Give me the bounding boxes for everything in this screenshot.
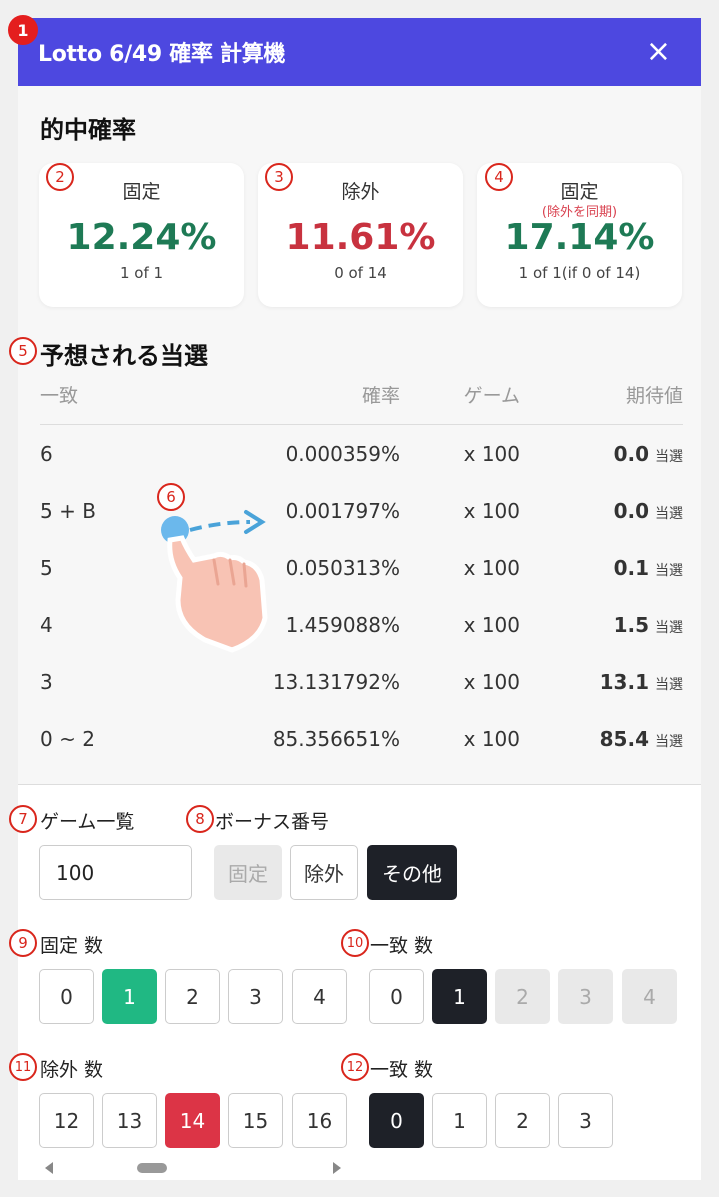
games-cell: x 100 xyxy=(463,612,520,637)
close-button[interactable]: × xyxy=(646,37,671,67)
marker-badge: 6 xyxy=(157,483,185,511)
prob-cell: 0.000359% xyxy=(285,441,400,466)
ev-unit: 当選 xyxy=(655,733,683,750)
bonus-excluded-button[interactable]: 除外 xyxy=(290,845,358,900)
ev-unit: 当選 xyxy=(655,676,683,693)
table-row: 0 ~ 2 85.356651% x 100 85.4 当選 xyxy=(40,710,683,767)
fixed-match-option[interactable]: 2 xyxy=(495,969,550,1024)
excluded-count-option[interactable]: 13 xyxy=(102,1093,157,1148)
bonus-other-button[interactable]: その他 xyxy=(367,845,457,900)
expected-wins-table: 一致 確率 ゲーム 期待値 6 0.000359% x 100 0.0 当選 5 … xyxy=(40,365,683,767)
games-cell: x 100 xyxy=(463,498,520,523)
swipe-hand-icon xyxy=(161,510,268,653)
excluded-match-label: 一致 数 xyxy=(370,1059,434,1081)
fixed-count-option[interactable]: 3 xyxy=(228,969,283,1024)
app-title: Lotto 6/49 確率 計算機 xyxy=(38,42,286,67)
table-header: 一致 確率 ゲーム 期待値 xyxy=(40,365,683,425)
fixed-match-option[interactable]: 3 xyxy=(558,969,613,1024)
ev-cell: 13.1 当選 xyxy=(520,670,683,694)
fixed-match-label: 一致 数 xyxy=(370,935,434,957)
games-cell: x 100 xyxy=(463,555,520,580)
excluded-match-option[interactable]: 2 xyxy=(495,1093,550,1148)
bonus-fixed-button[interactable]: 固定 xyxy=(214,845,282,900)
marker-badge: 1 xyxy=(8,15,38,45)
fixed-count-label: 固定 数 xyxy=(40,935,104,957)
ev-unit: 当選 xyxy=(655,562,683,579)
ev-unit: 当選 xyxy=(655,619,683,636)
games-cell: x 100 xyxy=(463,669,520,694)
header-bar: Lotto 6/49 確率 計算機 × xyxy=(18,18,701,86)
table-row: 5 0.050313% x 100 0.1 当選 xyxy=(40,539,683,596)
ev-value: 0.1 xyxy=(613,555,649,580)
table-row: 3 13.131792% x 100 13.1 当選 xyxy=(40,653,683,710)
marker-badge: 5 xyxy=(9,337,37,365)
marker-badge: 8 xyxy=(186,805,214,833)
card-sub: (除外を同期) xyxy=(541,205,618,220)
marker-badge: 2 xyxy=(46,163,74,191)
table-row: 6 0.000359% x 100 0.0 当選 xyxy=(40,425,683,482)
marker-badge: 7 xyxy=(9,805,37,833)
scroll-right-arrow-icon[interactable] xyxy=(333,1162,341,1174)
fixed-match-option[interactable]: 4 xyxy=(622,969,677,1024)
ev-value: 85.4 xyxy=(599,726,649,751)
header-expected: 期待値 xyxy=(625,385,683,407)
match-cell: 0 ~ 2 xyxy=(40,726,95,751)
games-cell: x 100 xyxy=(463,441,520,466)
match-cell: 3 xyxy=(40,669,53,694)
match-cell: 6 xyxy=(40,441,53,466)
excluded-match-option[interactable]: 3 xyxy=(558,1093,613,1148)
excluded-match-option[interactable]: 1 xyxy=(432,1093,487,1148)
card-footer: 1 of 1 xyxy=(119,264,164,282)
marker-badge: 4 xyxy=(485,163,513,191)
card-footer: 0 of 14 xyxy=(334,264,387,282)
ev-cell: 0.1 当選 xyxy=(520,556,683,580)
ev-unit: 当選 xyxy=(655,448,683,465)
prob-cell: 85.356651% xyxy=(272,726,400,751)
games-cell: x 100 xyxy=(463,726,520,751)
header-match: 一致 xyxy=(40,385,79,407)
fixed-count-option[interactable]: 4 xyxy=(292,969,347,1024)
marker-badge: 9 xyxy=(9,929,37,957)
ev-cell: 0.0 当選 xyxy=(520,442,683,466)
card-value: 17.14% xyxy=(504,217,655,258)
prob-cell: 13.131792% xyxy=(272,669,400,694)
ev-unit: 当選 xyxy=(655,505,683,522)
card-value: 12.24% xyxy=(66,217,217,258)
excluded-count-option[interactable]: 14 xyxy=(165,1093,220,1148)
excluded-count-option[interactable]: 16 xyxy=(292,1093,347,1148)
scroll-left-arrow-icon[interactable] xyxy=(45,1162,53,1174)
fixed-count-option[interactable]: 1 xyxy=(102,969,157,1024)
ev-value: 13.1 xyxy=(599,669,649,694)
marker-badge: 11 xyxy=(9,1053,37,1081)
bonus-label: ボーナス番号 xyxy=(215,811,330,833)
ev-value: 0.0 xyxy=(613,498,649,523)
excluded-count-label: 除外 数 xyxy=(40,1059,104,1081)
marker-badge: 12 xyxy=(341,1053,369,1081)
ev-value: 0.0 xyxy=(613,441,649,466)
header-games: ゲーム xyxy=(463,385,520,407)
ev-cell: 85.4 当選 xyxy=(520,727,683,751)
fixed-match-option[interactable]: 1 xyxy=(432,969,487,1024)
header-probability: 確率 xyxy=(361,385,400,407)
card-value: 11.61% xyxy=(285,217,436,258)
fixed-count-option[interactable]: 2 xyxy=(165,969,220,1024)
marker-badge: 10 xyxy=(341,929,369,957)
marker-badge: 3 xyxy=(265,163,293,191)
ev-cell: 1.5 当選 xyxy=(520,613,683,637)
table-row: 5 + B 0.001797% x 100 0.0 当選 xyxy=(40,482,683,539)
horizontal-scrollbar-thumb[interactable] xyxy=(137,1163,167,1173)
games-input[interactable]: 100 xyxy=(39,845,192,900)
fixed-count-option[interactable]: 0 xyxy=(39,969,94,1024)
ev-value: 1.5 xyxy=(613,612,649,637)
excluded-count-option[interactable]: 15 xyxy=(228,1093,283,1148)
games-label: ゲーム一覧 xyxy=(40,811,135,833)
ev-cell: 0.0 当選 xyxy=(520,499,683,523)
excluded-count-option[interactable]: 12 xyxy=(39,1093,94,1148)
fixed-match-option[interactable]: 0 xyxy=(369,969,424,1024)
card-footer: 1 of 1(if 0 of 14) xyxy=(518,264,641,282)
excluded-match-option[interactable]: 0 xyxy=(369,1093,424,1148)
table-row: 4 1.459088% x 100 1.5 当選 xyxy=(40,596,683,653)
hit-rate-title: 的中確率 xyxy=(40,116,136,144)
